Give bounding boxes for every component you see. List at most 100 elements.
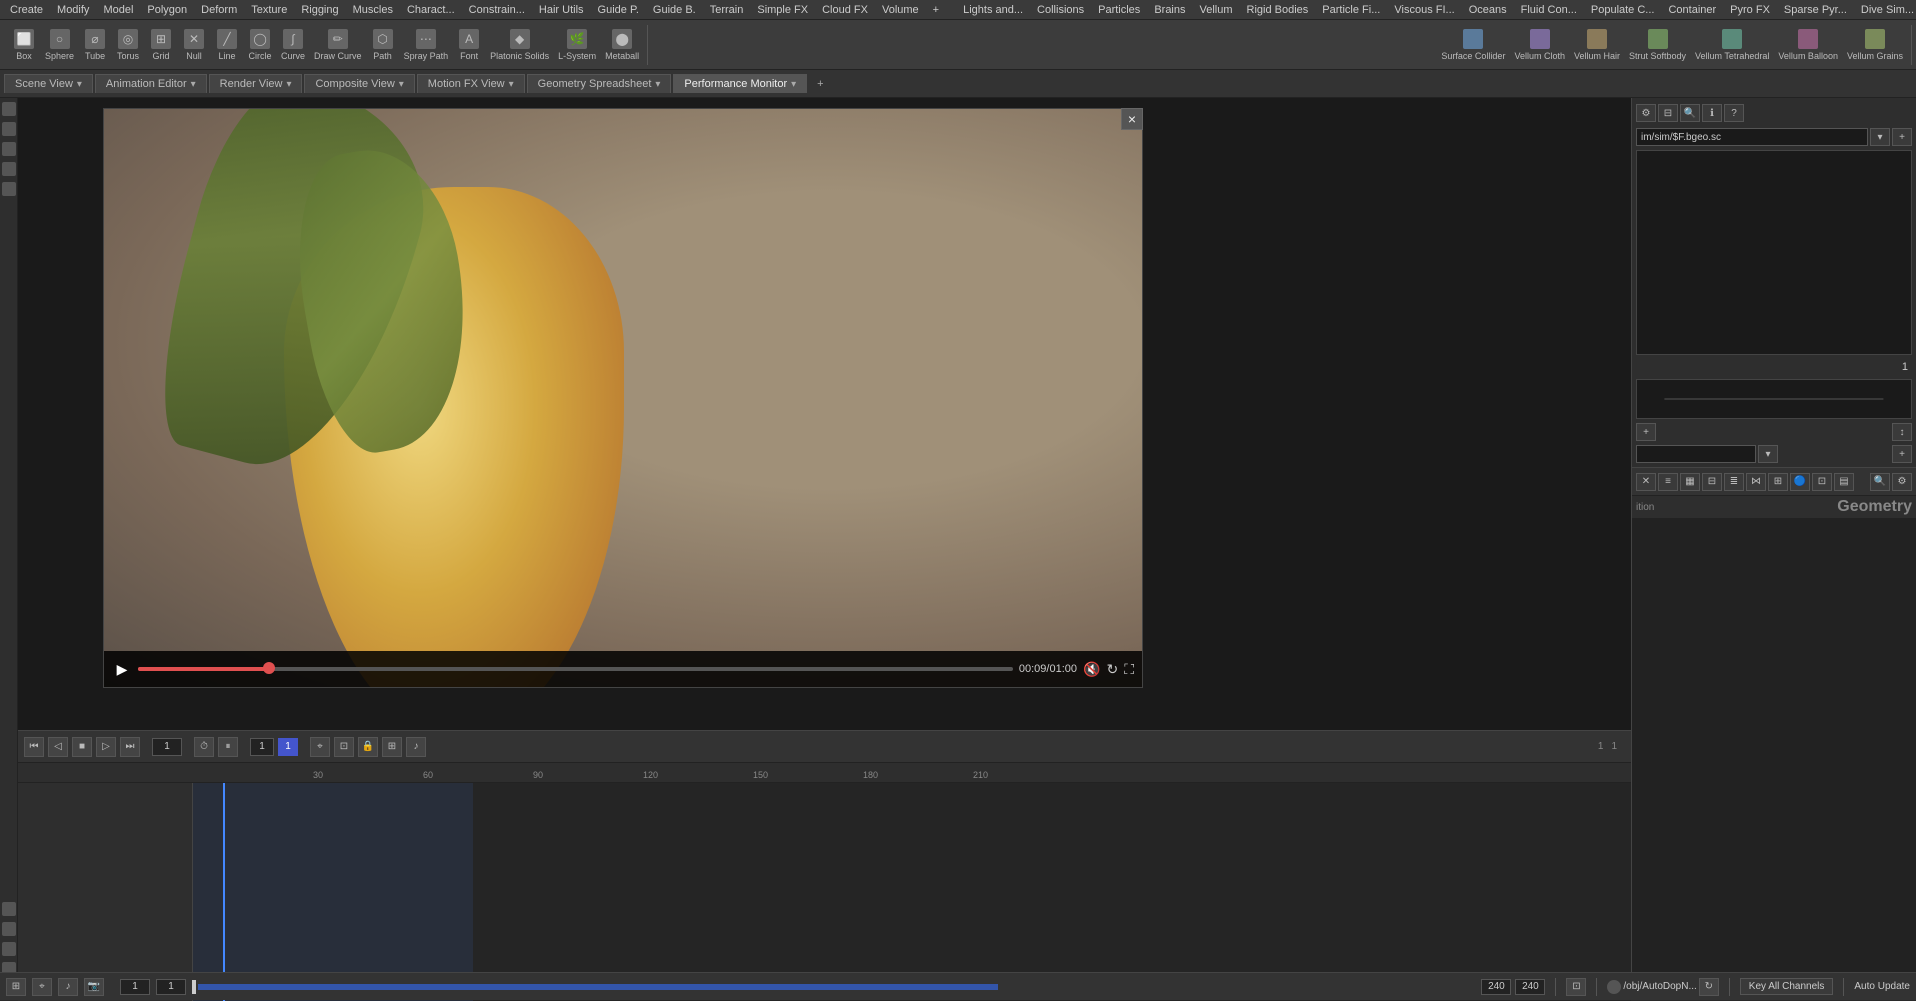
- rpb-btn-8[interactable]: 🔵: [1790, 473, 1810, 491]
- tab-motion-fx-view-dropdown[interactable]: ▾: [509, 79, 514, 90]
- menu-modify[interactable]: Modify: [51, 2, 95, 18]
- menu-vellum[interactable]: Vellum: [1194, 2, 1239, 18]
- menu-texture[interactable]: Texture: [245, 2, 293, 18]
- menu-oceans[interactable]: Oceans: [1463, 2, 1513, 18]
- toolbar-vellum-hair[interactable]: Vellum Hair: [1570, 27, 1624, 63]
- key-all-channels-button[interactable]: Key All Channels: [1740, 978, 1834, 995]
- bottom-snap-btn[interactable]: ⊞: [6, 978, 26, 996]
- panel-extra-btn-1[interactable]: +: [1636, 423, 1656, 441]
- panel-search-btn[interactable]: 🔍: [1680, 104, 1700, 122]
- panel-add-btn[interactable]: +: [1892, 445, 1912, 463]
- timeline-step-fwd[interactable]: ▷: [96, 737, 116, 757]
- toolbar-tube[interactable]: ⌀ Tube: [79, 27, 111, 63]
- timeline-playhead[interactable]: [223, 783, 225, 1001]
- menu-simplefx[interactable]: Simple FX: [751, 2, 814, 18]
- menu-create[interactable]: Create: [4, 2, 49, 18]
- rpb-btn-1[interactable]: ✕: [1636, 473, 1656, 491]
- menu-guidep[interactable]: Guide P.: [592, 2, 645, 18]
- toolbar-torus[interactable]: ◎ Torus: [112, 27, 144, 63]
- timeline-frame-input[interactable]: [152, 738, 182, 756]
- sidebar-tool-5[interactable]: [2, 182, 16, 196]
- zoom-input-2[interactable]: [1515, 979, 1545, 995]
- path-reload-btn[interactable]: +: [1892, 128, 1912, 146]
- menu-polygon[interactable]: Polygon: [141, 2, 193, 18]
- rpb-btn-5[interactable]: ≣: [1724, 473, 1744, 491]
- panel-help-btn[interactable]: ?: [1724, 104, 1744, 122]
- timeline-zoom-fit[interactable]: ⊞: [382, 737, 402, 757]
- bottom-camera-btn[interactable]: 📷: [84, 978, 104, 996]
- zoom-input-1[interactable]: [1481, 979, 1511, 995]
- toolbar-vellum-cloth[interactable]: Vellum Cloth: [1510, 27, 1569, 63]
- sidebar-tool-bottom-1[interactable]: [2, 902, 16, 916]
- panel-info-btn[interactable]: ℹ: [1702, 104, 1722, 122]
- sidebar-tool-bottom-3[interactable]: [2, 942, 16, 956]
- video-close-button[interactable]: ×: [1121, 108, 1143, 130]
- toolbar-font[interactable]: A Font: [453, 27, 485, 63]
- menu-hairutils[interactable]: Hair Utils: [533, 2, 590, 18]
- toolbar-path[interactable]: ⬡ Path: [367, 27, 399, 63]
- toolbar-surface-collider[interactable]: Surface Collider: [1437, 27, 1509, 63]
- panel-settings-btn[interactable]: ⚙: [1636, 104, 1656, 122]
- toolbar-lsystem[interactable]: 🌿 L-System: [554, 27, 600, 63]
- bottom-start-frame[interactable]: [120, 979, 150, 995]
- sidebar-tool-1[interactable]: [2, 102, 16, 116]
- toolbar-box[interactable]: ⬜ Box: [8, 27, 40, 63]
- toolbar-metaball[interactable]: ⬤ Metaball: [601, 27, 643, 63]
- toolbar-curve[interactable]: ∫ Curve: [277, 27, 309, 63]
- play-button[interactable]: ▶: [112, 659, 132, 679]
- tab-render-view-dropdown[interactable]: ▾: [286, 79, 291, 90]
- timeline-snap[interactable]: ⊡: [334, 737, 354, 757]
- menu-rigging[interactable]: Rigging: [295, 2, 344, 18]
- toolbar-platonic[interactable]: ◆ Platonic Solids: [486, 27, 553, 63]
- menu-viscous[interactable]: Viscous FI...: [1388, 2, 1460, 18]
- refresh-button[interactable]: ↻: [1106, 661, 1118, 678]
- menu-charact[interactable]: Charact...: [401, 2, 461, 18]
- fullscreen-button[interactable]: ⛶: [1124, 661, 1134, 678]
- menu-particlefi[interactable]: Particle Fi...: [1316, 2, 1386, 18]
- menu-guideb[interactable]: Guide B.: [647, 2, 702, 18]
- toolbar-spraypath[interactable]: ⋯ Spray Path: [400, 27, 453, 63]
- toolbar-grid[interactable]: ⊞ Grid: [145, 27, 177, 63]
- timeline-set-keys[interactable]: ⌖: [310, 737, 330, 757]
- tab-geometry-spreadsheet-dropdown[interactable]: ▾: [655, 79, 660, 90]
- menu-container[interactable]: Container: [1662, 2, 1722, 18]
- timeline-slow[interactable]: ⏸: [218, 737, 238, 757]
- menu-fluid[interactable]: Fluid Con...: [1515, 2, 1583, 18]
- menu-muscles[interactable]: Muscles: [347, 2, 399, 18]
- timeline-stop[interactable]: ■: [72, 737, 92, 757]
- toolbar-strut-softbody[interactable]: Strut Softbody: [1625, 27, 1690, 63]
- toolbar-null[interactable]: ✕ Null: [178, 27, 210, 63]
- toolbar-circle[interactable]: ◯ Circle: [244, 27, 276, 63]
- tab-add-button[interactable]: +: [809, 75, 831, 93]
- bottom-end-frame[interactable]: [156, 979, 186, 995]
- sidebar-tool-3[interactable]: [2, 142, 16, 156]
- tab-motion-fx-view[interactable]: Motion FX View ▾: [417, 74, 525, 93]
- tab-performance-monitor-dropdown[interactable]: ▾: [791, 79, 796, 90]
- rpb-btn-6[interactable]: ⋈: [1746, 473, 1766, 491]
- bottom-network-btn[interactable]: ⊡: [1566, 978, 1586, 996]
- rpb-btn-4[interactable]: ⊟: [1702, 473, 1722, 491]
- tab-scene-view-dropdown[interactable]: ▾: [77, 79, 82, 90]
- toolbar-vellum-tet[interactable]: Vellum Tetrahedral: [1691, 27, 1773, 63]
- rpb-btn-3[interactable]: ▦: [1680, 473, 1700, 491]
- tab-composite-view-dropdown[interactable]: ▾: [399, 79, 404, 90]
- menu-cloudfx[interactable]: Cloud FX: [816, 2, 874, 18]
- menu-constrain[interactable]: Constrain...: [463, 2, 531, 18]
- rpb-btn-7[interactable]: ⊞: [1768, 473, 1788, 491]
- timeline-display-frame[interactable]: [250, 738, 274, 756]
- timeline-skip-start[interactable]: ⏮: [24, 737, 44, 757]
- timeline-lock[interactable]: 🔒: [358, 737, 378, 757]
- menu-collisions[interactable]: Collisions: [1031, 2, 1090, 18]
- tab-scene-view[interactable]: Scene View ▾: [4, 74, 93, 93]
- node-path-refresh-btn[interactable]: ↻: [1699, 978, 1719, 996]
- path-input[interactable]: [1636, 128, 1868, 146]
- timeline-keyframe-marker[interactable]: 1: [278, 738, 298, 756]
- rpb-btn-2[interactable]: ≡: [1658, 473, 1678, 491]
- menu-rigidbodies[interactable]: Rigid Bodies: [1241, 2, 1315, 18]
- tab-animation-editor-dropdown[interactable]: ▾: [191, 79, 196, 90]
- menu-sparsepyr[interactable]: Sparse Pyr...: [1778, 2, 1853, 18]
- rpb-settings-btn[interactable]: ⚙: [1892, 473, 1912, 491]
- menu-deform[interactable]: Deform: [195, 2, 243, 18]
- timeline-audio[interactable]: ♪: [406, 737, 426, 757]
- bottom-key-btn[interactable]: ⌖: [32, 978, 52, 996]
